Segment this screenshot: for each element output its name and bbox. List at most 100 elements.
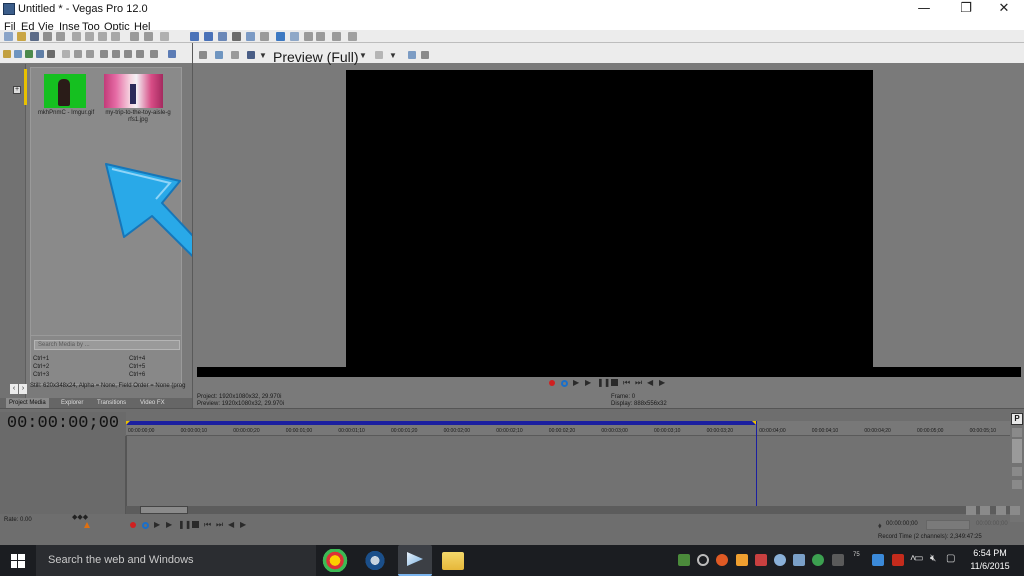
overlays-icon[interactable] <box>375 51 383 59</box>
auto-ripple-icon[interactable] <box>304 32 313 41</box>
normal-edit-tool-icon[interactable] <box>190 32 199 41</box>
tray-box-icon[interactable] <box>736 554 748 566</box>
stop-icon[interactable] <box>611 379 618 386</box>
minimize-button[interactable]: — <box>904 0 944 19</box>
undo-icon[interactable] <box>130 32 139 41</box>
media-fx-icon[interactable] <box>100 50 108 58</box>
stop-preview-icon[interactable] <box>150 50 158 58</box>
close-button[interactable]: ✕ <box>984 0 1024 19</box>
file-explorer-icon[interactable] <box>442 552 464 570</box>
ignore-grouping-icon[interactable] <box>332 32 341 41</box>
media-search-input[interactable]: Search Media by ... <box>34 340 180 350</box>
menu-tools[interactable]: Too <box>82 19 100 30</box>
timeline-cursor[interactable] <box>756 421 757 506</box>
go-to-end-icon[interactable]: ⏭ <box>635 378 642 388</box>
timeline-hscroll[interactable] <box>126 506 1010 514</box>
zoom-in-icon[interactable] <box>1012 467 1022 476</box>
zoom-out-icon[interactable] <box>1012 480 1022 489</box>
tray-steam-icon[interactable] <box>774 554 786 566</box>
render-icon[interactable] <box>56 32 65 41</box>
selection-length-box[interactable] <box>926 520 970 530</box>
tray-orange-icon[interactable] <box>716 554 728 566</box>
stop-icon[interactable] <box>192 521 199 528</box>
network-icon[interactable]: ▭ <box>914 553 923 564</box>
vscroll-up-icon[interactable] <box>1012 428 1022 437</box>
tray-red-icon[interactable] <box>755 554 767 566</box>
pause-icon[interactable]: ❚❚ <box>178 520 191 529</box>
menu-view[interactable]: Vie <box>38 19 54 30</box>
split-icon[interactable] <box>260 32 269 41</box>
remove-media-icon[interactable] <box>62 50 70 58</box>
hscroll-right-icon[interactable] <box>980 506 990 515</box>
prev-frame-icon[interactable]: ◀ <box>228 520 234 529</box>
new-icon[interactable] <box>4 32 13 41</box>
loop-region-bar[interactable] <box>126 421 756 425</box>
menu-options[interactable]: Optic <box>104 19 130 30</box>
play-preview-icon[interactable] <box>136 50 144 58</box>
get-photos-icon[interactable] <box>36 50 44 58</box>
preview-quality-label[interactable]: Preview (Full) <box>273 49 359 65</box>
go-to-start-icon[interactable]: ⏮ <box>623 378 630 388</box>
media-thumbnail-jpg[interactable] <box>104 74 163 108</box>
p-button[interactable]: P <box>1011 413 1023 425</box>
menu-file[interactable]: Fil <box>4 19 16 30</box>
auto-preview-icon[interactable] <box>124 50 132 58</box>
track-area[interactable] <box>126 436 1010 506</box>
copy-icon[interactable] <box>85 32 94 41</box>
taskbar-search-box[interactable]: Search the web and Windows <box>36 545 316 576</box>
next-frame-icon[interactable]: ▶ <box>240 520 246 529</box>
expand-bin-icon[interactable]: + <box>13 86 21 94</box>
menu-edit[interactable]: Ed <box>21 19 34 30</box>
hzoom-in-icon[interactable] <box>1010 506 1020 515</box>
save-icon[interactable] <box>30 32 39 41</box>
undo-dropdown-icon[interactable] <box>144 32 153 41</box>
loop-icon[interactable] <box>561 380 568 387</box>
capture-video-icon[interactable] <box>14 50 22 58</box>
play-from-start-icon[interactable]: ▶ <box>573 378 579 387</box>
cut-icon[interactable] <box>72 32 81 41</box>
tray-logitech-icon[interactable] <box>832 554 844 566</box>
next-frame-icon[interactable]: ▶ <box>659 378 665 387</box>
envelope-tool-icon[interactable] <box>204 32 213 41</box>
hscroll-left-icon[interactable] <box>966 506 976 515</box>
tab-project-media[interactable]: Project Media <box>6 398 49 408</box>
action-center-icon[interactable]: ▢ <box>946 553 955 564</box>
whats-this-help-icon[interactable] <box>348 32 357 41</box>
zoom-tool-icon[interactable] <box>246 32 255 41</box>
go-to-end-icon[interactable]: ⏭ <box>216 520 223 530</box>
menu-insert[interactable]: Inse <box>59 19 80 30</box>
media-thumbnail-gif[interactable] <box>44 74 86 108</box>
tray-g-icon[interactable] <box>697 554 709 566</box>
menu-help[interactable]: Hel <box>134 19 151 30</box>
vscroll-thumb[interactable] <box>1012 439 1022 463</box>
paste-icon[interactable] <box>98 32 107 41</box>
play-icon[interactable]: ▶ <box>585 378 591 387</box>
steam-icon[interactable] <box>362 549 388 572</box>
delete-icon[interactable] <box>111 32 120 41</box>
tray-nvidia-icon[interactable] <box>678 554 690 566</box>
tray-green-icon[interactable] <box>812 554 824 566</box>
scroll-right-icon[interactable]: › <box>19 384 27 394</box>
windows-start-icon[interactable] <box>11 554 25 568</box>
auto-crossfade-icon[interactable] <box>290 32 299 41</box>
tab-video-fx[interactable]: Video FX <box>137 398 168 408</box>
open-icon[interactable] <box>17 32 26 41</box>
tray-skype-icon[interactable] <box>872 554 884 566</box>
rate-slider-thumb[interactable] <box>84 522 90 528</box>
hzoom-out-icon[interactable] <box>996 506 1006 515</box>
lock-envelopes-icon[interactable] <box>316 32 325 41</box>
track-list[interactable] <box>0 436 126 514</box>
selection-tool-icon[interactable] <box>218 32 227 41</box>
media-bins-tree[interactable]: + <box>0 64 27 419</box>
tray-blue-icon[interactable] <box>793 554 805 566</box>
restore-button[interactable]: ❐ <box>946 0 986 19</box>
video-fx-icon[interactable] <box>231 51 239 59</box>
play-from-start-icon[interactable]: ▶ <box>154 520 160 529</box>
taskbar-clock[interactable]: 6:54 PM 11/6/2015 <box>960 547 1020 573</box>
snapping-icon[interactable] <box>276 32 285 41</box>
record-icon[interactable] <box>549 380 555 386</box>
properties-icon[interactable] <box>43 32 52 41</box>
redo-icon[interactable] <box>160 32 169 41</box>
overlays-dropdown-icon[interactable]: ▼ <box>389 51 397 60</box>
chrome-icon[interactable] <box>322 549 348 572</box>
